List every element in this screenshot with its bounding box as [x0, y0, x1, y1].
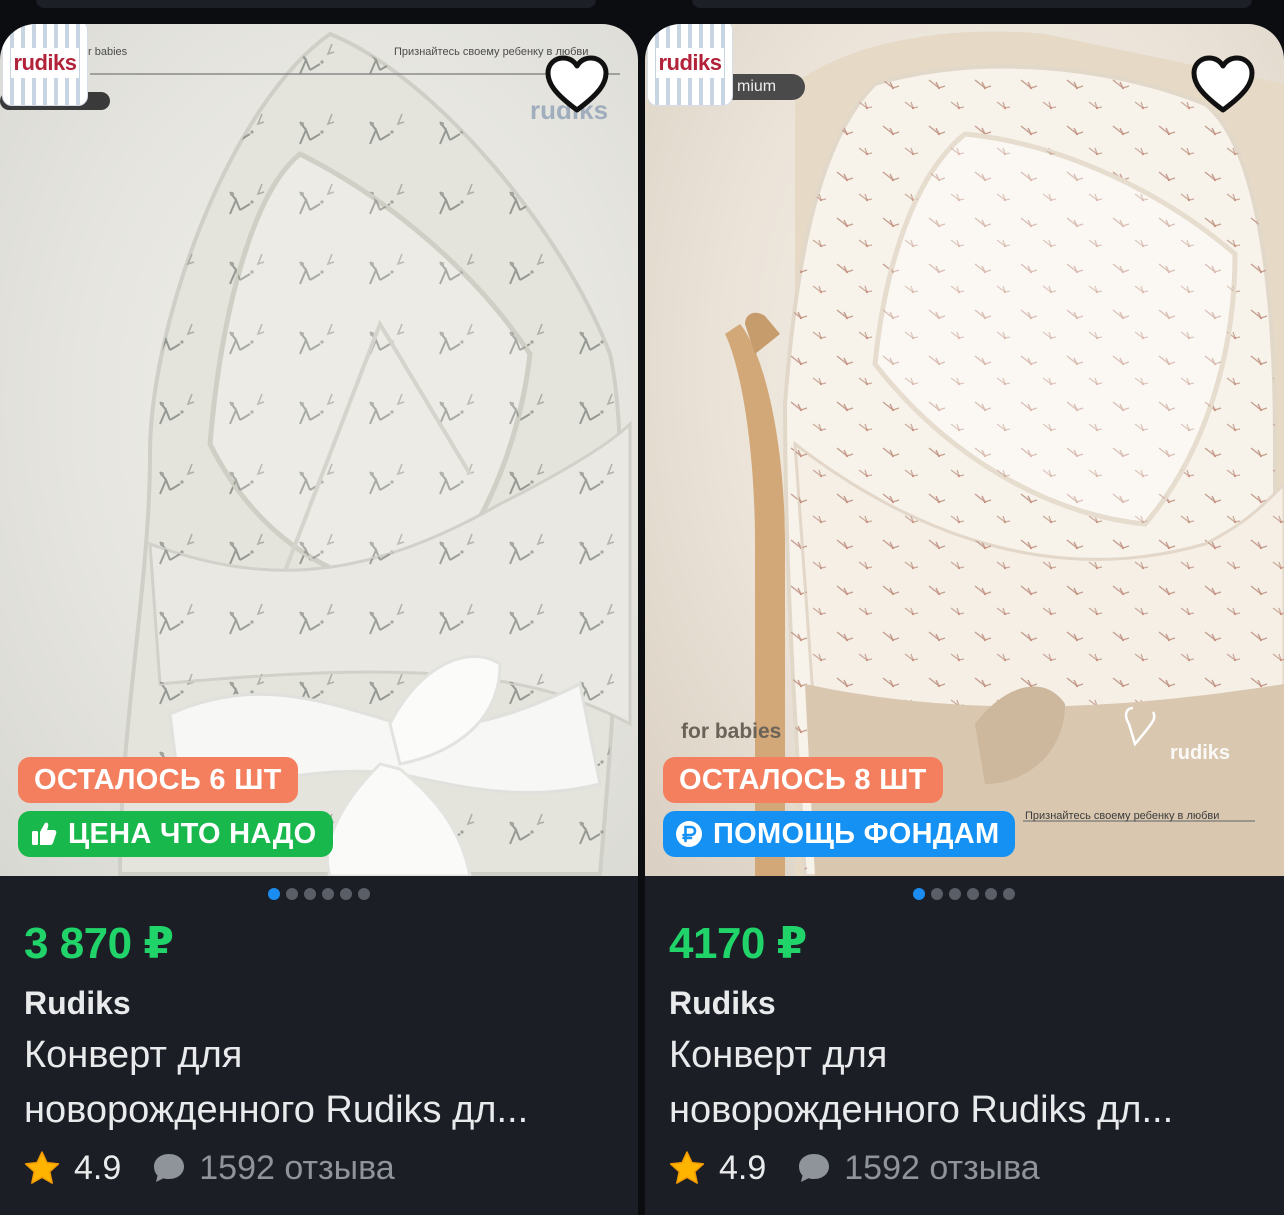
product-title[interactable]: Конверт для новорожденного Rudiks дл...	[669, 1028, 1266, 1138]
carousel-dot[interactable]	[340, 888, 352, 900]
photo-caption: for babies	[681, 720, 782, 743]
product-price: 4170 ₽	[669, 919, 807, 968]
carousel-dot[interactable]	[286, 888, 298, 900]
carousel-dot[interactable]	[967, 888, 979, 900]
heart-outline-icon	[1191, 55, 1255, 113]
seller-name[interactable]: Rudiks	[669, 981, 1266, 1025]
badge-group: ОСТАЛОСЬ 8 ШТ ПОМОЩЬ ФОНДАМ	[663, 757, 1016, 865]
product-title-line: новорожденного Rudiks дл...	[669, 1089, 1174, 1131]
carousel-dot[interactable]	[268, 888, 280, 900]
product-price: 3 870 ₽	[24, 919, 174, 968]
thumbs-up-icon	[30, 820, 58, 848]
product-title-line: Конверт для	[669, 1034, 888, 1076]
comment-icon	[151, 1151, 187, 1185]
stock-badge: ОСТАЛОСЬ 6 ШТ	[18, 757, 298, 803]
product-card[interactable]: rudiks rudiks r babies Признайтесь своем…	[0, 24, 638, 1215]
product-grid: rudiks rudiks r babies Признайтесь своем…	[0, 0, 1284, 1215]
product-title-line: Конверт для	[24, 1034, 243, 1076]
star-icon	[669, 1150, 705, 1186]
photo-caption: r babies	[88, 46, 128, 58]
photo-caption: mium	[737, 78, 777, 95]
rating-row[interactable]: 4.9 1592 отзыва	[669, 1144, 1266, 1192]
carousel-dot[interactable]	[304, 888, 316, 900]
comment-icon	[796, 1151, 832, 1185]
favorite-button[interactable]	[1188, 50, 1258, 120]
product-photo[interactable]: rudiks rudiks mium for babies Признайтес…	[645, 24, 1284, 876]
product-card[interactable]: rudiks rudiks mium for babies Признайтес…	[645, 24, 1284, 1215]
product-title[interactable]: Конверт для новорожденного Rudiks дл...	[24, 1028, 620, 1138]
brand-logo: rudiks	[2, 24, 88, 106]
carousel-dot[interactable]	[985, 888, 997, 900]
favorite-button[interactable]	[542, 50, 612, 120]
ruble-coin-icon	[675, 820, 703, 848]
swaddle-envelope-image: rudiks	[705, 31, 1284, 876]
product-info: 3 870 ₽ Rudiks Конверт для новорожденног…	[24, 914, 620, 1192]
photo-caption: Признайтесь своему ребенку в любви	[1025, 810, 1220, 822]
promo-badge[interactable]: ПОМОЩЬ ФОНДАМ	[663, 811, 1016, 857]
carousel-dot[interactable]	[931, 888, 943, 900]
rating-value: 4.9	[719, 1148, 767, 1187]
brand-logo: rudiks	[647, 24, 733, 106]
carousel-dot[interactable]	[358, 888, 370, 900]
carousel-dot[interactable]	[322, 888, 334, 900]
promo-badge-label: ЦЕНА ЧТО НАДО	[68, 817, 317, 850]
badge-group: ОСТАЛОСЬ 6 ШТ ЦЕНА ЧТО НАДО	[18, 757, 333, 865]
carousel-indicator	[913, 888, 1015, 900]
carousel-dot[interactable]	[1003, 888, 1015, 900]
review-count: 1592 отзыва	[844, 1148, 1040, 1187]
promo-badge[interactable]: ЦЕНА ЧТО НАДО	[18, 811, 333, 857]
stock-badge: ОСТАЛОСЬ 8 ШТ	[663, 757, 943, 803]
seller-name[interactable]: Rudiks	[24, 981, 620, 1025]
carousel-dot[interactable]	[913, 888, 925, 900]
product-title-line: новорожденного Rudiks дл...	[24, 1089, 529, 1131]
previous-card-edge	[692, 0, 1252, 8]
product-info: 4170 ₽ Rudiks Конверт для новорожденного…	[669, 914, 1266, 1192]
review-count: 1592 отзыва	[199, 1148, 395, 1187]
heart-outline-icon	[545, 55, 609, 113]
star-icon	[24, 1150, 60, 1186]
rating-row[interactable]: 4.9 1592 отзыва	[24, 1144, 620, 1192]
carousel-dot[interactable]	[949, 888, 961, 900]
previous-card-edge	[36, 0, 596, 8]
carousel-indicator	[268, 888, 370, 900]
svg-text:rudiks: rudiks	[1170, 742, 1230, 764]
promo-badge-label: ПОМОЩЬ ФОНДАМ	[713, 817, 1000, 850]
swaddle-envelope-image: rudiks	[0, 31, 632, 876]
rating-value: 4.9	[74, 1148, 122, 1187]
product-photo[interactable]: rudiks rudiks r babies Признайтесь своем…	[0, 24, 638, 876]
